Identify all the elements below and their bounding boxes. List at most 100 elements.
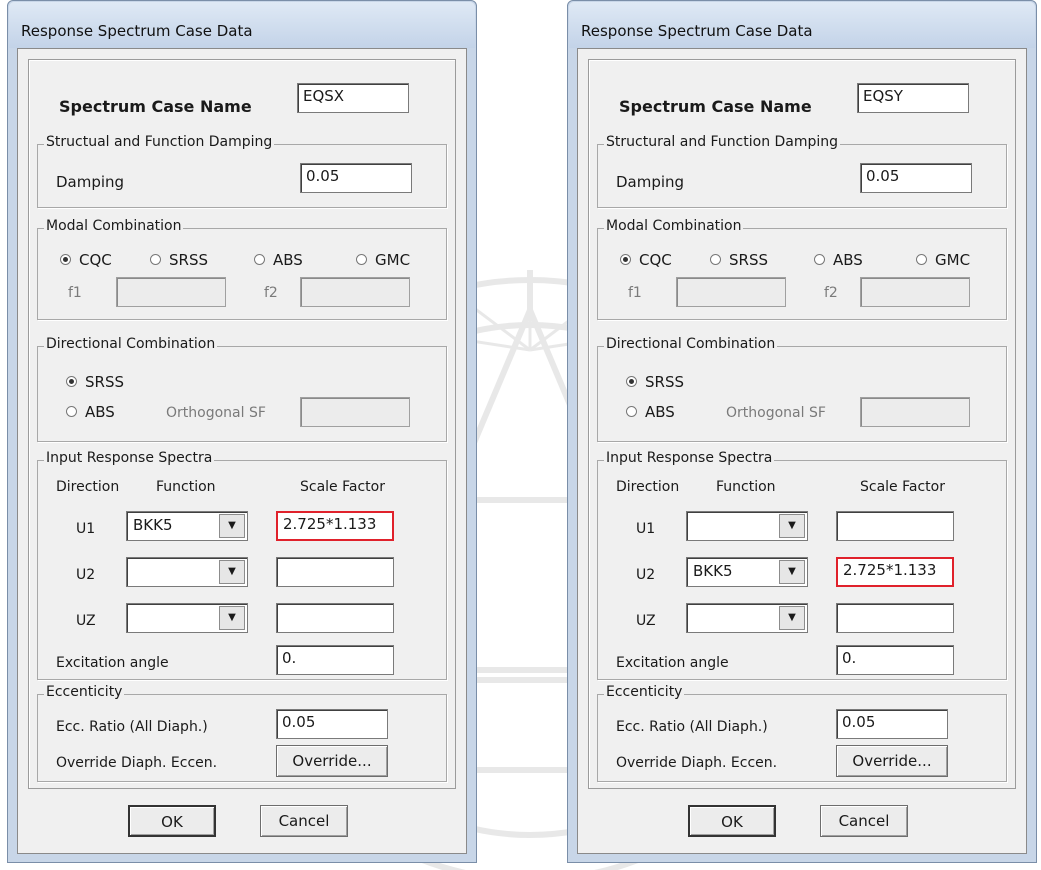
scale-factor-input-uz[interactable] bbox=[276, 603, 394, 633]
function-select-u1[interactable]: BKK5 ▼ bbox=[126, 511, 248, 541]
case-name-label: Spectrum Case Name bbox=[619, 97, 812, 116]
input-response-spectra-group: Input Response Spectra Direction Functio… bbox=[37, 450, 447, 680]
ecc-ratio-label: Ecc. Ratio (All Diaph.) bbox=[616, 719, 768, 735]
direction-uz-label: UZ bbox=[76, 613, 96, 629]
chevron-down-icon[interactable]: ▼ bbox=[219, 514, 245, 538]
function-select-u2[interactable]: ▼ bbox=[126, 557, 248, 587]
directional-radio-srss[interactable]: SRSS bbox=[626, 373, 684, 391]
function-select-u2[interactable]: BKK5 ▼ bbox=[686, 557, 808, 587]
input-response-spectra-title: Input Response Spectra bbox=[604, 450, 775, 466]
chevron-down-icon[interactable]: ▼ bbox=[779, 514, 805, 538]
radio-indicator bbox=[710, 254, 721, 265]
function-column-header: Function bbox=[156, 479, 216, 495]
chevron-down-icon[interactable]: ▼ bbox=[779, 560, 805, 584]
content-panel: Spectrum Case Name EQSX Structual and Fu… bbox=[28, 59, 456, 789]
f2-label: f2 bbox=[824, 285, 838, 301]
directional-radio-abs[interactable]: ABS bbox=[66, 403, 115, 421]
modal-radio-cqc[interactable]: CQC bbox=[60, 251, 112, 269]
title-bar[interactable]: Response Spectrum Case Data bbox=[569, 2, 1035, 48]
ok-button[interactable]: OK bbox=[128, 805, 216, 837]
content-panel: Spectrum Case Name EQSY Structural and F… bbox=[588, 59, 1016, 789]
modal-combination-title: Modal Combination bbox=[604, 218, 744, 234]
directional-combination-group: Directional Combination SRSS ABS Orthogo… bbox=[597, 336, 1007, 442]
modal-radio-gmc[interactable]: GMC bbox=[916, 251, 970, 269]
f2-input bbox=[300, 277, 410, 307]
directional-radio-abs[interactable]: ABS bbox=[626, 403, 675, 421]
override-button[interactable]: Override... bbox=[276, 745, 388, 777]
case-name-label: Spectrum Case Name bbox=[59, 97, 252, 116]
modal-radio-srss[interactable]: SRSS bbox=[150, 251, 208, 269]
directional-combination-title: Directional Combination bbox=[604, 336, 778, 352]
title-bar[interactable]: Response Spectrum Case Data bbox=[9, 2, 475, 48]
modal-radio-label: GMC bbox=[375, 251, 411, 269]
direction-u1-label: U1 bbox=[76, 521, 96, 537]
function-column-header: Function bbox=[716, 479, 776, 495]
function-select-value: BKK5 bbox=[693, 562, 733, 580]
excitation-angle-input[interactable]: 0. bbox=[276, 645, 394, 675]
radio-indicator bbox=[66, 376, 77, 387]
modal-radio-label: ABS bbox=[273, 251, 303, 269]
function-select-value: BKK5 bbox=[133, 516, 173, 534]
radio-indicator bbox=[254, 254, 265, 265]
window-title: Response Spectrum Case Data bbox=[21, 22, 253, 40]
modal-radio-abs[interactable]: ABS bbox=[254, 251, 303, 269]
modal-radio-gmc[interactable]: GMC bbox=[356, 251, 410, 269]
orthogonal-sf-label: Orthogonal SF bbox=[166, 405, 266, 421]
case-name-input[interactable]: EQSX bbox=[297, 83, 409, 113]
radio-indicator bbox=[916, 254, 927, 265]
modal-radio-abs[interactable]: ABS bbox=[814, 251, 863, 269]
directional-radio-srss[interactable]: SRSS bbox=[66, 373, 124, 391]
eccentricity-group: Eccenticity Ecc. Ratio (All Diaph.) 0.05… bbox=[37, 684, 447, 782]
radio-indicator bbox=[60, 254, 71, 265]
ecc-ratio-label: Ecc. Ratio (All Diaph.) bbox=[56, 719, 208, 735]
scale-factor-input-uz[interactable] bbox=[836, 603, 954, 633]
directional-radio-label: SRSS bbox=[645, 373, 684, 391]
directional-combination-group: Directional Combination SRSS ABS Orthogo… bbox=[37, 336, 447, 442]
damping-input[interactable]: 0.05 bbox=[860, 163, 972, 193]
scale-factor-input-u1[interactable] bbox=[836, 511, 954, 541]
orthogonal-sf-input bbox=[860, 397, 970, 427]
case-name-input[interactable]: EQSY bbox=[857, 83, 969, 113]
chevron-down-icon[interactable]: ▼ bbox=[219, 606, 245, 630]
scale-factor-input-u1[interactable]: 2.725*1.133 bbox=[276, 511, 394, 541]
f1-label: f1 bbox=[68, 285, 82, 301]
radio-indicator bbox=[150, 254, 161, 265]
orthogonal-sf-input bbox=[300, 397, 410, 427]
excitation-angle-input[interactable]: 0. bbox=[836, 645, 954, 675]
directional-radio-label: ABS bbox=[85, 403, 115, 421]
input-response-spectra-title: Input Response Spectra bbox=[44, 450, 215, 466]
scale-factor-input-u2[interactable] bbox=[276, 557, 394, 587]
ecc-ratio-input[interactable]: 0.05 bbox=[836, 709, 948, 739]
directional-combination-title: Directional Combination bbox=[44, 336, 218, 352]
override-diaph-label: Override Diaph. Eccen. bbox=[616, 755, 778, 771]
chevron-down-icon[interactable]: ▼ bbox=[779, 606, 805, 630]
modal-radio-label: ABS bbox=[833, 251, 863, 269]
cancel-button[interactable]: Cancel bbox=[260, 805, 348, 837]
ecc-ratio-input[interactable]: 0.05 bbox=[276, 709, 388, 739]
damping-group: Structual and Function Damping Damping 0… bbox=[37, 134, 447, 208]
radio-indicator bbox=[620, 254, 631, 265]
radio-indicator bbox=[814, 254, 825, 265]
function-select-uz[interactable]: ▼ bbox=[126, 603, 248, 633]
ok-button[interactable]: OK bbox=[688, 805, 776, 837]
chevron-down-icon[interactable]: ▼ bbox=[219, 560, 245, 584]
scale-factor-input-u2[interactable]: 2.725*1.133 bbox=[836, 557, 954, 587]
function-select-uz[interactable]: ▼ bbox=[686, 603, 808, 633]
direction-column-header: Direction bbox=[56, 479, 120, 495]
override-button[interactable]: Override... bbox=[836, 745, 948, 777]
damping-input[interactable]: 0.05 bbox=[300, 163, 412, 193]
eccentricity-title: Eccenticity bbox=[44, 684, 125, 700]
scale-factor-column-header: Scale Factor bbox=[860, 479, 945, 495]
window-frame: Response Spectrum Case Data Spectrum Cas… bbox=[7, 0, 477, 863]
modal-radio-label: CQC bbox=[79, 251, 112, 269]
cancel-button[interactable]: Cancel bbox=[820, 805, 908, 837]
spectrum-dialog-eqsy: Response Spectrum Case Data Spectrum Cas… bbox=[567, 0, 1037, 863]
modal-combination-group: Modal Combination CQC SRSS ABS GMC f1 f2 bbox=[37, 218, 447, 320]
modal-radio-cqc[interactable]: CQC bbox=[620, 251, 672, 269]
direction-column-header: Direction bbox=[616, 479, 680, 495]
modal-radio-srss[interactable]: SRSS bbox=[710, 251, 768, 269]
input-response-spectra-group: Input Response Spectra Direction Functio… bbox=[597, 450, 1007, 680]
function-select-u1[interactable]: ▼ bbox=[686, 511, 808, 541]
spectrum-dialog-eqsx: Response Spectrum Case Data Spectrum Cas… bbox=[7, 0, 477, 863]
damping-group-title: Structual and Function Damping bbox=[44, 134, 275, 150]
